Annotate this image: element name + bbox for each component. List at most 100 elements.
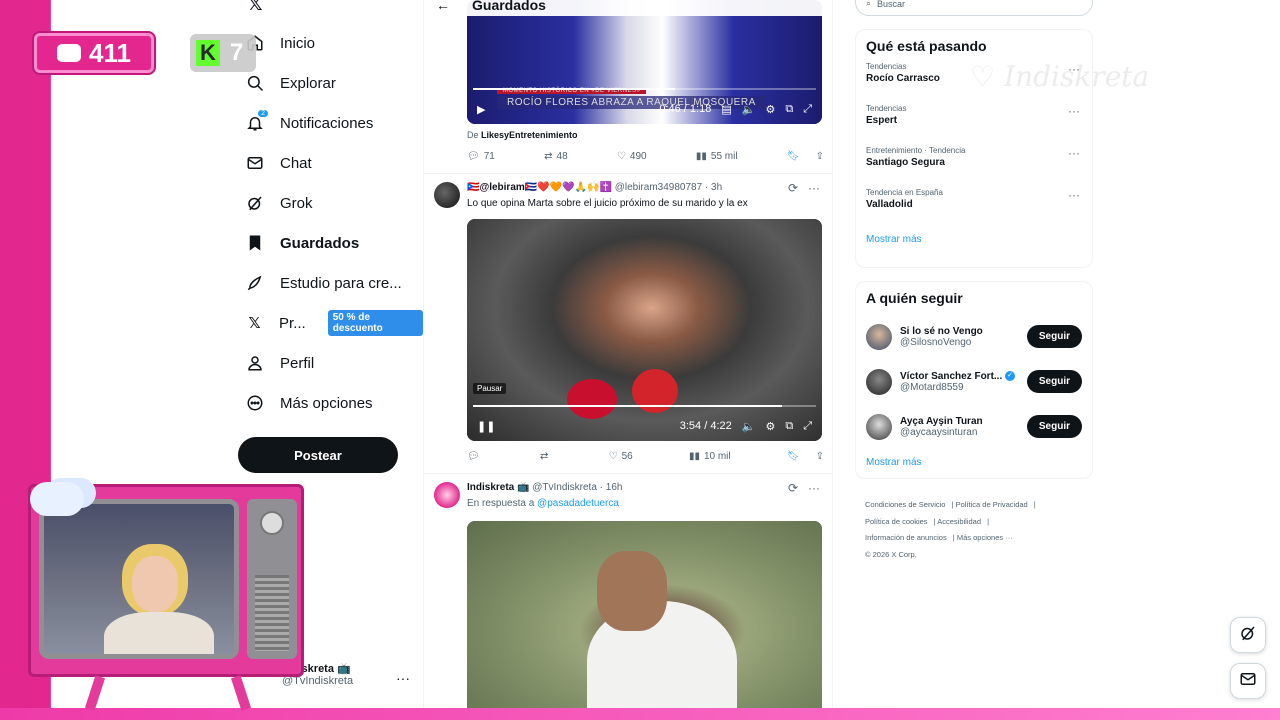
- nav-item-perfil[interactable]: Perfil: [246, 351, 314, 375]
- like-count: 56: [621, 451, 633, 462]
- suggestion-name: Ayça Ayşin Turan: [900, 415, 983, 427]
- nav-item-explorar[interactable]: Explorar: [246, 71, 336, 95]
- trend-name: Espert: [866, 115, 898, 126]
- follow-button[interactable]: Seguir: [1026, 415, 1082, 438]
- reply-button[interactable]: 💬︎ 71: [467, 151, 495, 162]
- volume-icon[interactable]: 🔈: [742, 420, 756, 433]
- views-count: 10 mil: [703, 451, 731, 462]
- avatar: [866, 413, 892, 440]
- follow-button[interactable]: Seguir: [1026, 325, 1082, 348]
- reply-prefix: En respuesta a: [467, 498, 538, 509]
- share-icon[interactable]: ⇪: [816, 451, 824, 462]
- footer-link[interactable]: Política de cookies: [865, 517, 928, 526]
- like-button[interactable]: ♡ 56: [609, 451, 633, 462]
- reply-to-link[interactable]: @pasadadetuerca: [537, 498, 619, 509]
- rocket-icon: [246, 274, 264, 292]
- pip-icon[interactable]: ⧉: [785, 103, 793, 116]
- grok-float-button[interactable]: [1230, 617, 1266, 653]
- share-icon[interactable]: ⇪: [816, 151, 824, 162]
- more-icon[interactable]: ···: [808, 481, 820, 495]
- fullscreen-icon[interactable]: ⤢: [803, 103, 812, 116]
- author-handle[interactable]: @lebiram34980787: [615, 182, 702, 193]
- bookmark-button[interactable]: 🔖︎ ⇪: [787, 151, 824, 162]
- avatar[interactable]: [434, 182, 460, 208]
- more-icon[interactable]: ···: [1068, 188, 1080, 202]
- more-icon[interactable]: ···: [1068, 104, 1080, 118]
- nav-item-premium[interactable]: 𝕏 Pr... 50 % de descuento: [246, 310, 423, 336]
- views-icon: ▮▮: [688, 451, 700, 462]
- nav-item-notificaciones[interactable]: 2 Notificaciones: [246, 110, 373, 135]
- show-more-trends[interactable]: Mostrar más: [856, 230, 1092, 255]
- nav-item-estudio[interactable]: Estudio para cre...: [246, 271, 402, 295]
- post-button[interactable]: Postear: [238, 437, 398, 473]
- author-name[interactable]: 🇵🇷@lebiram🇨🇺❤️🧡💜🙏🙌✝️: [467, 182, 612, 193]
- follow-suggestion[interactable]: Si lo sé no Vengo @SilosnoVengo Seguir: [856, 314, 1092, 359]
- grok-icon[interactable]: ⟳: [788, 481, 798, 495]
- nav-item-grok[interactable]: Grok: [246, 191, 313, 215]
- avatar: [866, 368, 892, 395]
- video-player[interactable]: MOMENTO HISTÓRICO EN «DE VIERNES» ROCÍO …: [467, 0, 822, 124]
- volume-icon[interactable]: 🔈: [742, 103, 756, 116]
- footer-link[interactable]: Condiciones de Servicio: [865, 500, 945, 509]
- search-input[interactable]: ⌕ Buscar: [855, 0, 1093, 16]
- trends-title: Qué está pasando: [866, 38, 987, 54]
- messages-float-button[interactable]: [1230, 663, 1266, 699]
- bookmark-button[interactable]: 🔖︎ ⇪: [787, 451, 824, 462]
- follow-button[interactable]: Seguir: [1026, 370, 1082, 393]
- tweet-time[interactable]: 3h: [711, 182, 722, 193]
- author-handle[interactable]: @TvIndiskreta: [532, 482, 597, 493]
- footer-link[interactable]: Información de anuncios: [865, 533, 947, 542]
- x-logo-icon[interactable]: 𝕏: [248, 0, 263, 15]
- follow-suggestion[interactable]: Ayça Ayşin Turan @aycaaysinturan Seguir: [856, 404, 1092, 449]
- more-icon[interactable]: ···: [1068, 146, 1080, 160]
- views-icon: ▮▮: [695, 151, 707, 162]
- tweet-time[interactable]: 16h: [606, 482, 623, 493]
- video-progress[interactable]: [473, 405, 816, 407]
- views-count: 55 mil: [710, 151, 738, 162]
- nav-item-mas-opciones[interactable]: Más opciones: [246, 391, 373, 415]
- media-image[interactable]: [467, 521, 822, 720]
- tweet-actions: 💬︎ 71 ⇄ 48 ♡ 490 ▮▮ 55 mil 🔖︎ ⇪: [467, 151, 824, 162]
- avatar[interactable]: [434, 482, 460, 508]
- author-name[interactable]: Indiskreta 📺: [467, 482, 529, 493]
- follow-suggestion[interactable]: Víctor Sanchez Fort... ✓ @Motard8559 Segu…: [856, 359, 1092, 404]
- show-more-follow[interactable]: Mostrar más: [856, 449, 1092, 478]
- retweet-icon: ⇄: [544, 151, 553, 162]
- pause-tooltip: Pausar: [473, 383, 507, 394]
- suggestion-handle: @Motard8559: [900, 381, 964, 393]
- footer-link[interactable]: Accesibilidad: [937, 517, 981, 526]
- suggestion-name: Víctor Sanchez Fort...: [900, 370, 1003, 382]
- captions-icon[interactable]: ▤: [721, 103, 731, 116]
- footer-link[interactable]: Política de Privacidad: [956, 500, 1028, 509]
- nav-label: Chat: [280, 154, 312, 172]
- trend-item[interactable]: Entretenimiento · Tendencia Santiago Seg…: [856, 146, 1092, 188]
- settings-icon[interactable]: ⚙: [765, 103, 775, 116]
- nav-item-guardados[interactable]: Guardados: [246, 231, 359, 255]
- source-name[interactable]: LikesyEntretenimiento: [481, 130, 578, 140]
- divider: [424, 173, 832, 174]
- footer-link[interactable]: Más opciones ···: [957, 533, 1013, 542]
- views-button[interactable]: ▮▮ 55 mil: [696, 151, 738, 162]
- trend-item[interactable]: Tendencias Espert ···: [856, 104, 1092, 146]
- video-progress[interactable]: [473, 88, 816, 90]
- pause-icon[interactable]: ❚❚: [477, 420, 495, 433]
- nav-item-inicio[interactable]: Inicio: [246, 31, 315, 55]
- fullscreen-icon[interactable]: ⤢: [803, 420, 812, 433]
- like-button[interactable]: ♡ 490: [617, 151, 647, 162]
- video-player[interactable]: Pausar ❚❚ 3:54 / 4:22 🔈 ⚙ ⧉ ⤢: [467, 219, 822, 441]
- nav-item-chat[interactable]: Chat: [246, 151, 312, 175]
- grok-icon[interactable]: ⟳: [788, 181, 798, 195]
- account-more-icon[interactable]: ···: [396, 670, 410, 686]
- page-title: Guardados: [472, 0, 546, 13]
- reply-button[interactable]: 💬︎: [467, 451, 484, 462]
- play-icon[interactable]: ▶: [477, 103, 485, 116]
- pip-icon[interactable]: ⧉: [785, 420, 793, 433]
- views-button[interactable]: ▮▮ 10 mil: [689, 451, 731, 462]
- who-to-follow-title: A quién seguir: [866, 290, 963, 306]
- more-icon[interactable]: ···: [808, 181, 820, 195]
- retweet-button[interactable]: ⇄ 48: [544, 151, 568, 162]
- settings-icon[interactable]: ⚙: [765, 420, 775, 433]
- back-arrow-icon[interactable]: ←: [436, 0, 450, 13]
- trend-item[interactable]: Tendencia en España Valladolid ···: [856, 188, 1092, 230]
- retweet-button[interactable]: ⇄: [540, 451, 552, 462]
